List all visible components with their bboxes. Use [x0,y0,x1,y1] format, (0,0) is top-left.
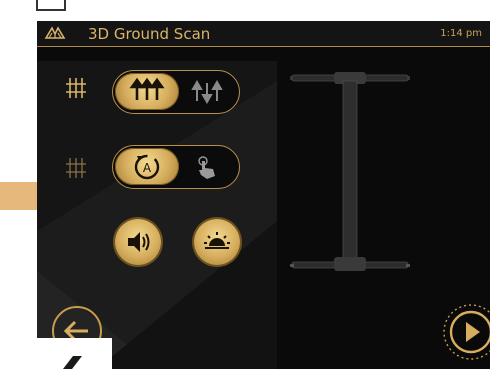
app-title: 3D Ground Scan [88,25,211,43]
background-shapes [37,61,277,369]
parallel-arrows-icon [129,77,165,100]
sunrise-icon [204,232,230,249]
clock: 1:14 pm [440,28,482,39]
scan-pattern-toggle[interactable] [112,70,240,114]
side-hardware-tab [0,182,42,210]
speaker-icon [128,232,150,252]
alternating-arrows-icon[interactable] [187,77,231,107]
wing-logo-icon [44,26,66,39]
next-button[interactable] [442,303,490,361]
probe-frame-image [290,72,410,271]
grid-parallel-icon [66,78,86,98]
sound-button[interactable] [115,219,161,265]
grid-zigzag-icon [66,158,86,178]
auto-timer-icon: A [134,154,160,180]
slash-mark-icon [63,356,82,369]
play-icon [443,304,490,360]
option-auto[interactable]: A [115,148,179,185]
device-screen: 3D Ground Scan 1:14 pm A [37,21,490,369]
manual-touch-icon[interactable] [187,152,231,182]
top-hardware-button[interactable] [36,0,66,11]
trigger-mode-toggle[interactable]: A [112,145,240,189]
option-parallel[interactable] [115,73,179,110]
brightness-button[interactable] [194,219,240,265]
title-bar: 3D Ground Scan 1:14 pm [37,21,490,47]
svg-text:A: A [143,161,152,175]
overlay-cutout [37,338,112,369]
